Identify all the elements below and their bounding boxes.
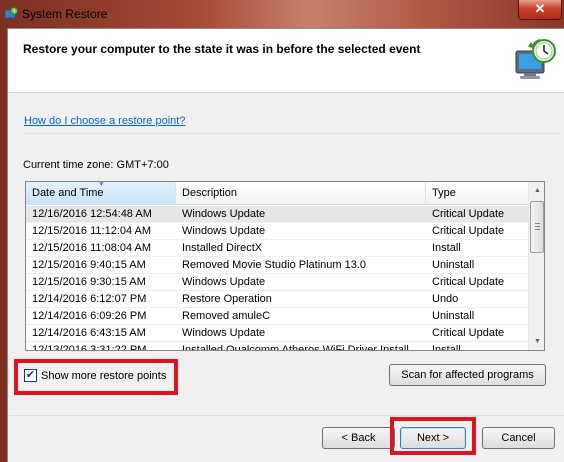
table-row[interactable]: 12/14/2016 6:09:26 PM Removed amuleC Unins… [26,308,528,325]
cell-description: Removed Movie Studio Platinum 13.0 [182,259,367,271]
timezone-label: Current time zone: GMT+7:00 [23,159,169,171]
cell-date: 12/15/2016 9:30:15 AM [32,276,146,288]
grip-line [535,226,540,227]
page-title: Restore your computer to the state it wa… [23,42,421,56]
cell-type: Critical Update [432,276,505,288]
cell-type: Install [432,344,461,351]
table-row[interactable]: 12/15/2016 11:08:04 AM Installed DirectX I… [26,240,528,257]
column-header-description[interactable]: Description [176,182,426,205]
table-row[interactable]: 12/15/2016 9:30:15 AM Windows Update Criti… [26,274,528,291]
cell-type: Install [432,242,461,254]
vertical-scrollbar[interactable]: ▲ ▼ [528,182,544,350]
cell-description: Windows Update [182,327,266,339]
list-header: Date and Time ▼ Description Type [26,182,528,205]
system-restore-window: System Restore ✕ Restore your computer t… [0,0,564,462]
column-header-label: Type [432,187,456,199]
cell-date: 12/14/2016 6:43:15 AM [32,327,146,339]
cell-type: Critical Update [432,208,505,220]
table-row[interactable]: 12/14/2016 6:12:07 PM Restore Operation Un… [26,291,528,308]
list-rows: 12/16/2016 12:54:48 AM Windows Update Crit… [26,206,528,351]
help-link[interactable]: How do I choose a restore point? [24,115,185,127]
cell-date: 12/16/2016 12:54:48 AM [32,208,152,220]
next-button[interactable]: Next > [400,427,466,449]
cell-date: 12/13/2016 3:31:22 PM [32,344,147,351]
divider [8,415,564,416]
cell-date: 12/15/2016 11:08:04 AM [32,242,152,254]
show-more-checkbox[interactable]: ✔ [24,369,37,382]
close-button[interactable]: ✕ [518,0,562,20]
scroll-up-arrow-icon[interactable]: ▲ [529,182,544,199]
cell-description: Installed DirectX [182,242,263,254]
restore-points-list[interactable]: Date and Time ▼ Description Type 12/16/2… [25,181,545,351]
restore-clock-monitor-icon [515,38,556,79]
table-row[interactable]: 12/16/2016 12:54:48 AM Windows Update Crit… [26,206,528,223]
grip-line [535,223,540,224]
column-header-type[interactable]: Type [426,182,528,205]
table-row[interactable]: 12/15/2016 11:12:04 AM Windows Update Crit… [26,223,528,240]
table-row[interactable]: 12/14/2016 6:43:15 AM Windows Update Criti… [26,325,528,342]
system-restore-icon [4,7,18,19]
grip-line [535,229,540,230]
scroll-down-arrow-icon[interactable]: ▼ [529,333,544,350]
cell-date: 12/14/2016 6:12:07 PM [32,293,147,305]
cell-type: Undo [432,293,459,305]
cell-type: Uninstall [432,310,475,322]
cell-description: Windows Update [182,208,266,220]
divider [22,133,560,134]
cancel-button[interactable]: Cancel [482,427,555,449]
column-header-date[interactable]: Date and Time ▼ [26,182,176,205]
cell-description: Removed amuleC [182,310,271,322]
back-button[interactable]: < Back [322,427,395,449]
window-title: System Restore [22,7,108,21]
scroll-thumb[interactable] [530,201,544,253]
cell-date: 12/14/2016 6:09:26 PM [32,310,147,322]
cell-type: Uninstall [432,259,475,271]
cell-type: Critical Update [432,327,505,339]
title-bar[interactable]: System Restore ✕ [0,0,564,28]
cell-description: Windows Update [182,276,266,288]
column-header-label: Date and Time [32,187,104,199]
cell-type: Critical Update [432,225,505,237]
sort-arrow-icon: ▼ [98,181,105,188]
cell-description: Installed Qualcomm Atheros WiFi Driver I… [182,344,409,351]
dialog-header: Restore your computer to the state it wa… [8,29,564,93]
show-more-label[interactable]: Show more restore points [41,368,166,384]
cell-date: 12/15/2016 9:40:15 AM [32,259,146,271]
cell-description: Restore Operation [182,293,272,305]
cell-date: 12/15/2016 11:12:04 AM [32,225,152,237]
dialog-client-area: Restore your computer to the state it wa… [7,28,564,462]
scan-affected-programs-button[interactable]: Scan for affected programs [389,364,546,386]
table-row[interactable]: 12/15/2016 9:40:15 AM Removed Movie Studi… [26,257,528,274]
table-row[interactable]: 12/13/2016 3:31:22 PM Installed Qualcomm … [26,342,528,351]
column-header-label: Description [182,187,238,199]
cell-description: Windows Update [182,225,266,237]
